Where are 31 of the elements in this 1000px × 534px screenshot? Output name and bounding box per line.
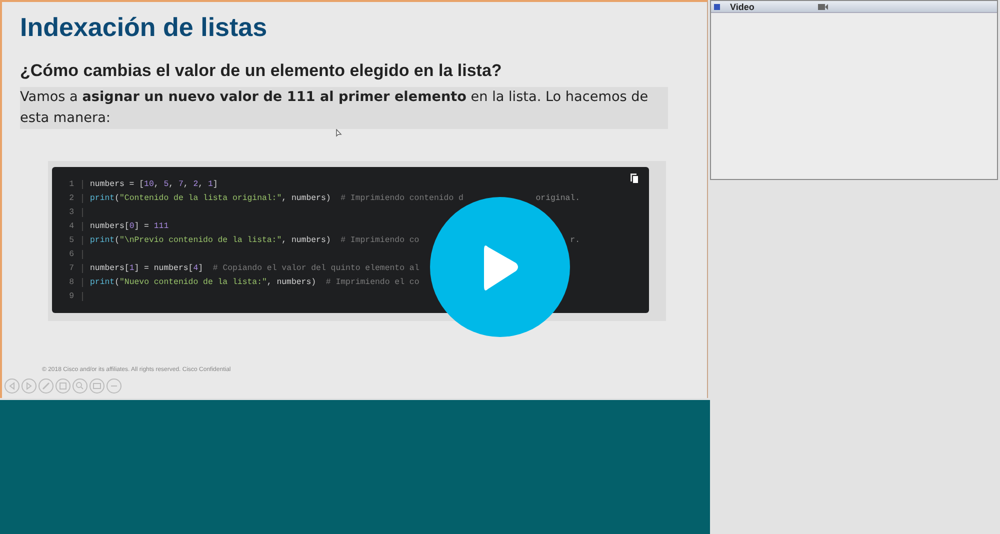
screen-icon[interactable] bbox=[89, 378, 105, 394]
line-number: 2 bbox=[52, 194, 83, 202]
more-icon[interactable] bbox=[106, 378, 122, 394]
line-number: 4 bbox=[52, 222, 83, 230]
code-line: numbers[0] = 111 bbox=[90, 222, 169, 230]
code-comment: r. bbox=[570, 236, 580, 244]
line-number: 3 bbox=[52, 208, 83, 216]
slide-title: Indexación de listas bbox=[20, 12, 268, 43]
cursor-icon bbox=[336, 129, 342, 138]
zoom-icon[interactable] bbox=[72, 378, 88, 394]
pen-icon[interactable] bbox=[38, 378, 54, 394]
line-number: 1 bbox=[52, 180, 83, 188]
next-icon[interactable] bbox=[21, 378, 37, 394]
code-line: print("Contenido de la lista original:", numbers) # Imprimiendo contenido d bbox=[90, 194, 464, 202]
line-number: 7 bbox=[52, 264, 83, 272]
copy-icon[interactable] bbox=[630, 173, 639, 184]
square-icon bbox=[714, 4, 720, 10]
slide-paragraph: Vamos a asignar un nuevo valor de 111 al primer elemento en la lista. Lo hacemos de esta manera: bbox=[20, 87, 668, 129]
line-number: 6 bbox=[52, 250, 83, 258]
camera-icon bbox=[818, 4, 828, 10]
code-line: numbers = [10, 5, 7, 2, 1] bbox=[90, 180, 218, 188]
code-line: print("\nPrevio contenido de la lista:", numbers) # Imprimiendo co bbox=[90, 236, 420, 244]
code-line: print("Nuevo contenido de la lista:", numbers) # Imprimiendo el co bbox=[90, 278, 420, 286]
code-comment: original. bbox=[536, 194, 580, 202]
previous-icon[interactable] bbox=[4, 378, 20, 394]
slide-subtitle: ¿Cómo cambias el valor de un elemento elegido en la lista? bbox=[20, 61, 503, 81]
line-number: 5 bbox=[52, 236, 83, 244]
code-line: numbers[1] = numbers[4] # Copiando el valor del quinto elemento al bbox=[90, 264, 420, 272]
line-number: 9 bbox=[52, 292, 83, 300]
video-title: Video bbox=[730, 2, 756, 12]
line-number: 8 bbox=[52, 278, 83, 286]
